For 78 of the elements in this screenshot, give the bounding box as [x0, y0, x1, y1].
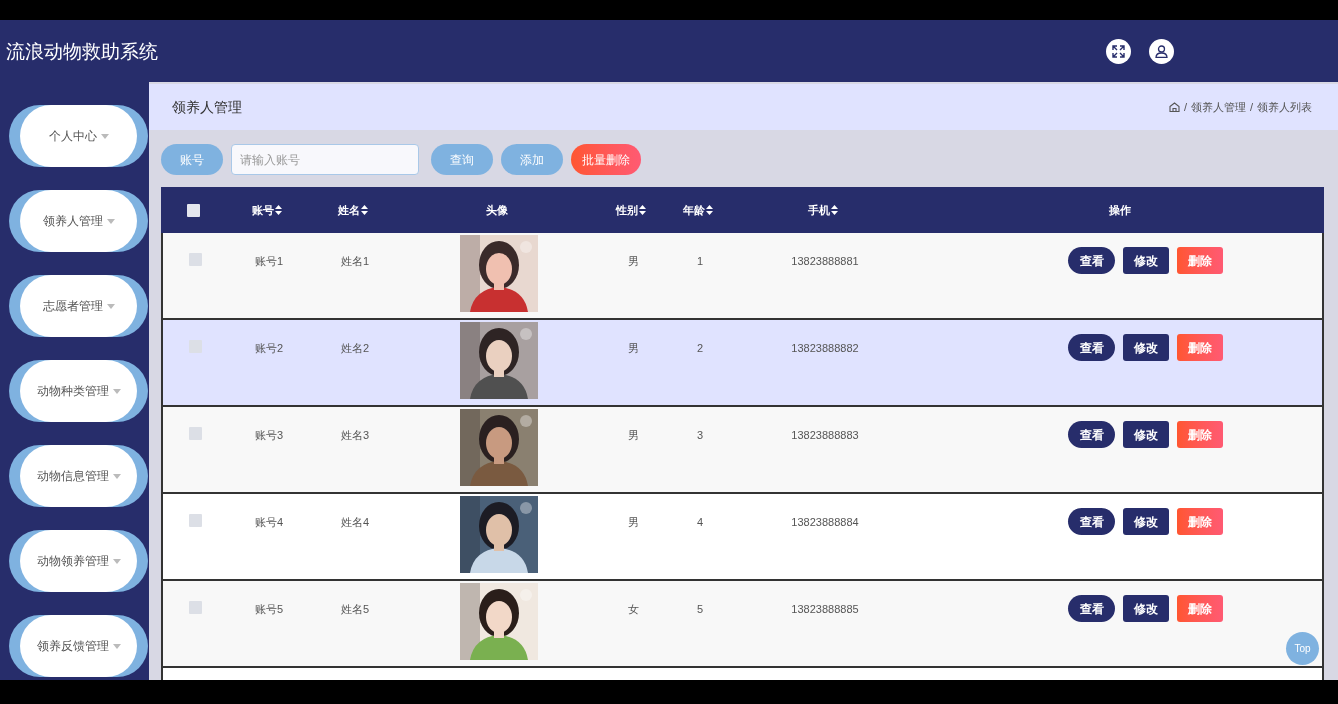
page-title: 领养人管理	[172, 97, 242, 117]
edit-button[interactable]: 修改	[1123, 247, 1169, 274]
caret-icon	[106, 218, 115, 224]
table-cell-text: 13823888885	[791, 602, 859, 617]
table-cell-text: 男	[627, 428, 639, 443]
edit-button[interactable]: 修改	[1123, 595, 1169, 622]
sort-icon[interactable]	[706, 205, 713, 215]
caret-icon	[112, 558, 121, 564]
row-checkbox[interactable]	[188, 514, 202, 527]
view-button[interactable]: 查看	[1068, 421, 1115, 448]
column-header[interactable]: 年龄	[683, 201, 705, 219]
caret-icon	[100, 133, 109, 139]
row-checkbox[interactable]	[188, 340, 202, 353]
column-header[interactable]: 手机	[808, 201, 830, 219]
table-cell-text: 姓名2	[340, 341, 370, 356]
table-cell-text: 账号3	[254, 428, 284, 443]
table-cell-text: 姓名5	[340, 602, 370, 617]
select-all-checkbox[interactable]	[186, 203, 200, 217]
table-cell-text: 5	[696, 602, 704, 617]
table-cell-text: 姓名1	[340, 254, 370, 269]
row-checkbox[interactable]	[188, 253, 202, 266]
search-field[interactable]: 请输入账号	[231, 144, 419, 175]
table-cell-text: 13823888882	[791, 341, 859, 356]
sort-icon[interactable]	[361, 205, 368, 215]
sidebar-item[interactable]: 动物领养管理	[9, 530, 148, 592]
home-icon[interactable]	[1168, 102, 1180, 112]
table-cell-text: 男	[627, 515, 639, 530]
column-header: 操作	[1108, 202, 1131, 218]
table-cell-text: 13823888881	[791, 254, 859, 269]
edit-button[interactable]: 修改	[1123, 421, 1169, 448]
table-cell-text: 男	[627, 254, 639, 269]
view-button[interactable]: 查看	[1068, 334, 1115, 361]
row-checkbox[interactable]	[188, 601, 202, 614]
table-cell-text: 1	[696, 254, 704, 269]
column-header[interactable]: 性别	[616, 201, 638, 219]
search-label: 账号	[161, 144, 223, 175]
column-header: 头像	[486, 202, 508, 218]
view-button[interactable]: 查看	[1068, 247, 1115, 274]
table-cell-text: 男	[627, 341, 639, 356]
column-header[interactable]: 姓名	[338, 201, 360, 219]
sidebar-item[interactable]: 动物信息管理	[9, 445, 148, 507]
breadcrumb-item[interactable]: 领养人管理	[1190, 98, 1246, 116]
sidebar-item[interactable]: 个人中心	[9, 105, 148, 167]
sidebar-item[interactable]: 领养反馈管理	[9, 615, 148, 677]
table-cell-text: 4	[696, 515, 704, 530]
caret-icon	[112, 388, 121, 394]
row-checkbox[interactable]	[188, 427, 202, 440]
view-button[interactable]: 查看	[1068, 595, 1115, 622]
table-cell-text: 2	[696, 341, 704, 356]
table-cell-text: 女	[627, 602, 639, 617]
table-cell-text: 姓名3	[340, 428, 370, 443]
sort-icon[interactable]	[275, 205, 282, 215]
caret-icon	[112, 643, 121, 649]
sort-icon[interactable]	[639, 205, 646, 215]
sidebar-item[interactable]: 领养人管理	[9, 190, 148, 252]
table-cell-text: 账号5	[254, 602, 284, 617]
table-cell-text: 13823888883	[791, 428, 859, 443]
column-header[interactable]: 账号	[252, 201, 274, 219]
table-cell-text: 账号2	[254, 341, 284, 356]
sort-icon[interactable]	[831, 205, 838, 215]
fullscreen-icon[interactable]	[1106, 38, 1131, 64]
table-cell-text: 姓名4	[340, 515, 370, 530]
table-cell-text: 账号4	[254, 515, 284, 530]
table-cell-text: 13823888884	[791, 515, 859, 530]
edit-button[interactable]: 修改	[1123, 334, 1169, 361]
table-cell-text: 3	[696, 428, 704, 443]
user-icon[interactable]	[1149, 38, 1174, 64]
table-cell-text: 账号1	[254, 254, 284, 269]
breadcrumb-item: 领养人列表	[1257, 99, 1312, 115]
breadcrumb-separator: /	[1183, 99, 1187, 115]
edit-button[interactable]: 修改	[1123, 508, 1169, 535]
caret-icon	[112, 473, 121, 479]
breadcrumb-separator: /	[1249, 99, 1253, 115]
sidebar-item[interactable]: 动物种类管理	[9, 360, 148, 422]
app-title: 流浪动物救助系统	[6, 38, 158, 64]
sidebar-item[interactable]: 志愿者管理	[9, 275, 148, 337]
view-button[interactable]: 查看	[1068, 508, 1115, 535]
caret-icon	[106, 303, 115, 309]
